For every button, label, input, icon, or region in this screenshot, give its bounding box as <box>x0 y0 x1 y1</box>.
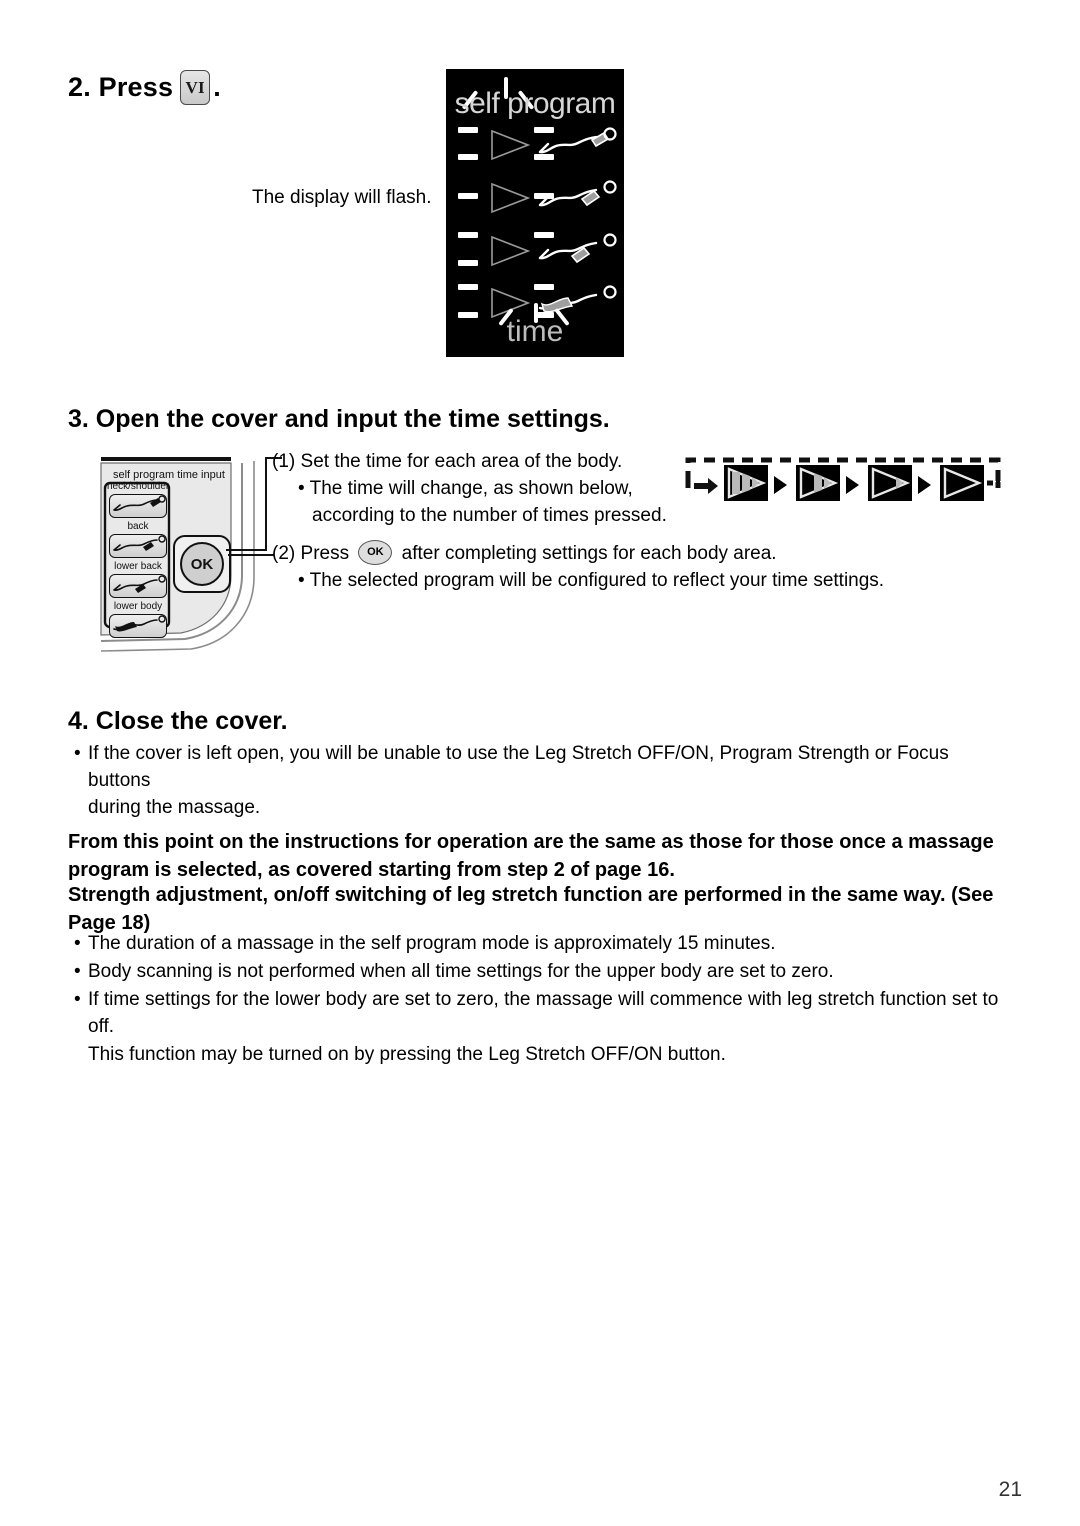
triangle-outline-icon <box>491 182 530 214</box>
lcd-time-label: time <box>506 315 564 348</box>
final-note-1-text: The duration of a massage in the self pr… <box>88 933 776 954</box>
instruction-2-text: after completing settings for each body … <box>401 543 777 564</box>
cycle-arrow <box>774 476 787 494</box>
step-2-prefix: 2. Press <box>68 72 174 102</box>
final-note-3-text: If time settings for the lower body are … <box>88 989 999 1037</box>
bold-note-paragraph-1: From this point on the instructions for … <box>68 831 994 881</box>
final-note-2: • Body scanning is not performed when al… <box>74 958 1024 985</box>
bullet-dot: • <box>74 989 81 1010</box>
bullet-dot: • <box>74 743 81 764</box>
lcd-dash <box>458 127 478 133</box>
step-4-note-text-1: If the cover is left open, you will be u… <box>88 743 949 791</box>
body-figure-back-icon <box>538 180 617 207</box>
instruction-1-bullet: • The time will change, as shown below, <box>298 478 633 499</box>
instruction-2-bullet: • The selected program will be configure… <box>298 570 885 591</box>
lcd-dash <box>458 232 478 238</box>
instruction-1-bullet-cont: according to the number of times pressed… <box>312 505 667 526</box>
step-4-note: • If the cover is left open, you will be… <box>74 740 1014 821</box>
lcd-dash <box>458 260 478 266</box>
final-note-3-continuation: This function may be turned on by pressi… <box>88 1044 726 1065</box>
time-level-icon-1 <box>868 465 912 501</box>
body-figure-neck-shoulder-icon <box>538 127 617 154</box>
manual-page: 2. Press VI . The display will flash. se… <box>0 0 1080 1526</box>
time-level-icon-3 <box>724 465 768 501</box>
body-figure-lower-body-icon <box>113 615 166 632</box>
lcd-title: self program <box>454 87 616 120</box>
display-flash-note: The display will flash. <box>252 187 432 208</box>
cycle-arrow <box>918 476 931 494</box>
instruction-2-number: (2) <box>272 543 296 564</box>
instruction-item-1: (1) Set the time for each area of the bo… <box>272 448 667 529</box>
time-level-cycle-diagram <box>676 452 1006 514</box>
lcd-dash <box>458 193 478 199</box>
area-button-lower-body[interactable] <box>109 614 167 638</box>
triangle-level-3-icon <box>727 467 767 499</box>
lcd-dash <box>458 284 478 290</box>
body-figure-lower-back-icon <box>538 233 617 264</box>
lcd-row <box>456 177 618 221</box>
triangle-level-0-icon <box>943 467 983 499</box>
bullet-dot: • <box>74 933 81 954</box>
lcd-row <box>456 124 618 168</box>
instruction-1-number: (1) <box>272 451 296 472</box>
bold-note-paragraph-2: Strength adjustment, on/off switching of… <box>68 884 994 934</box>
program-vi-button-icon: VI <box>180 70 211 105</box>
final-notes-list: • The duration of a massage in the self … <box>74 930 1024 1068</box>
lcd-row <box>456 230 618 274</box>
bullet-dot: • <box>74 961 81 982</box>
instruction-2-press: Press <box>300 543 350 564</box>
ok-button-inline-icon: OK <box>358 540 393 566</box>
step-4-note-line-1: • If the cover is left open, you will be… <box>74 740 1014 794</box>
final-note-1: • The duration of a massage in the self … <box>74 930 1024 957</box>
lcd-display-illustration: self program time <box>446 69 624 357</box>
triangle-outline-icon <box>491 129 530 161</box>
step-2-heading: 2. Press VI . <box>68 70 221 105</box>
step-3-heading: 3. Open the cover and input the time set… <box>68 405 610 433</box>
triangle-outline-icon <box>491 235 530 267</box>
triangle-level-1-icon <box>871 467 911 499</box>
page-number: 21 <box>998 1478 1022 1501</box>
instruction-item-2: (2) Press OK after completing settings f… <box>272 540 884 594</box>
step-4-heading: 4. Close the cover. <box>68 707 288 735</box>
area-label-lower-body: lower body <box>113 601 163 612</box>
step-4-note-line-2: during the massage. <box>88 797 261 818</box>
cycle-arrow <box>846 476 859 494</box>
instruction-1-text: Set the time for each area of the body. <box>300 451 623 472</box>
triangle-level-2-icon <box>799 467 839 499</box>
lcd-dash <box>458 154 478 160</box>
final-note-2-text: Body scanning is not performed when all … <box>88 961 834 982</box>
final-note-3: • If time settings for the lower body ar… <box>74 986 1024 1040</box>
time-level-icon-2 <box>796 465 840 501</box>
step-2-suffix: . <box>213 72 221 102</box>
time-level-icon-0 <box>940 465 984 501</box>
